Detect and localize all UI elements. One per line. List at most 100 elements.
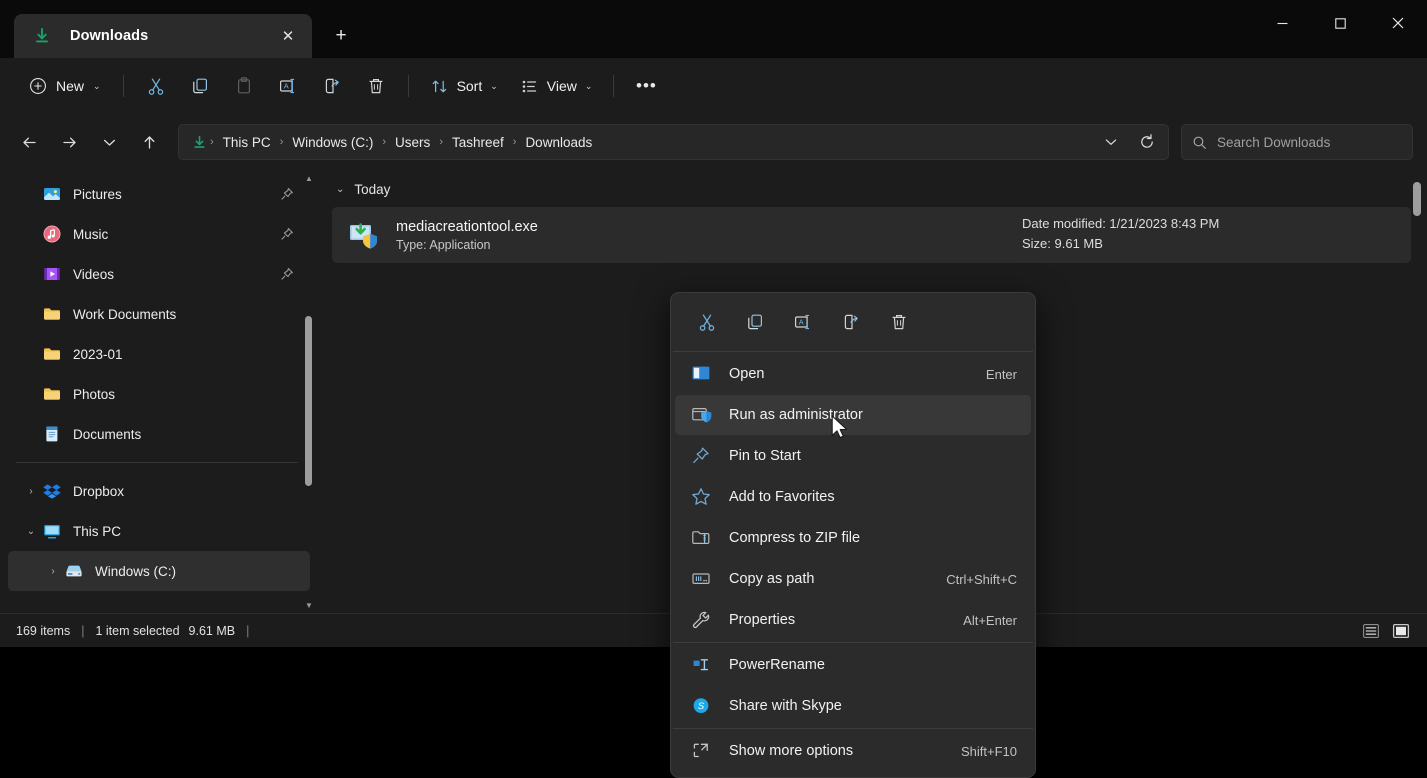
context-menu-item-open[interactable]: Open Enter <box>675 354 1031 394</box>
sidebar-item-dropbox[interactable]: › Dropbox <box>8 471 310 511</box>
breadcrumb-item-windows-c[interactable]: Windows (C:) <box>285 131 380 154</box>
pin-icon[interactable] <box>280 267 294 281</box>
search-box[interactable]: Search Downloads <box>1181 124 1413 160</box>
sidebar-item-videos[interactable]: Videos <box>8 254 310 294</box>
delete-button[interactable] <box>355 68 397 104</box>
breadcrumb-dropdown-button[interactable] <box>1094 126 1128 158</box>
scroll-down-arrow-icon[interactable]: ▼ <box>305 597 313 613</box>
recent-locations-button[interactable] <box>90 124 128 160</box>
file-date-modified: Date modified: 1/21/2023 8:43 PM <box>1022 216 1219 231</box>
search-input[interactable]: Search Downloads <box>1217 135 1330 150</box>
context-menu-divider-3 <box>673 728 1033 729</box>
details-view-icon[interactable] <box>1359 620 1383 642</box>
refresh-button[interactable] <box>1130 126 1164 158</box>
pin-icon[interactable] <box>280 227 294 241</box>
maximize-button[interactable] <box>1311 0 1369 46</box>
sidebar-item-label: Work Documents <box>73 307 176 322</box>
minimize-button[interactable] <box>1253 0 1311 46</box>
close-icon[interactable]: ✕ <box>274 22 302 50</box>
context-menu-item-pin-to-start[interactable]: Pin to Start <box>675 436 1031 476</box>
sidebar-item-this-pc[interactable]: ⌄ This PC <box>8 511 310 551</box>
tab-downloads[interactable]: Downloads ✕ <box>14 14 312 58</box>
plus-circle-icon <box>29 77 47 95</box>
trash-icon <box>889 312 909 332</box>
breadcrumb-separator: › <box>381 136 387 148</box>
sort-icon <box>430 77 449 96</box>
sidebar-item-work-documents[interactable]: Work Documents <box>8 294 310 334</box>
breadcrumb[interactable]: › This PC › Windows (C:) › Users › Tashr… <box>178 124 1169 160</box>
context-menu-item-shortcut: Enter <box>986 367 1017 382</box>
wrench-icon <box>691 610 713 630</box>
content-scroll-thumb[interactable] <box>1413 182 1421 216</box>
ctx-delete-button[interactable] <box>881 306 917 338</box>
pin-icon[interactable] <box>280 187 294 201</box>
sidebar-scroll-track[interactable] <box>302 186 316 597</box>
sidebar-item-windows-c[interactable]: › Windows (C:) <box>8 551 310 591</box>
chevron-right-icon[interactable]: › <box>20 486 42 497</box>
address-bar: › This PC › Windows (C:) › Users › Tashr… <box>0 114 1427 170</box>
breadcrumb-separator: › <box>279 136 285 148</box>
context-menu-item-show-more-options[interactable]: Show more options Shift+F10 <box>675 731 1031 771</box>
rename-button[interactable]: A <box>267 68 309 104</box>
sidebar-item-music[interactable]: Music <box>8 214 310 254</box>
content-scrollbar[interactable] <box>1411 176 1423 609</box>
selection-status: 1 item selected <box>95 624 179 638</box>
ctx-rename-button[interactable]: A <box>785 306 821 338</box>
context-menu-item-powerrename[interactable]: PowerRename <box>675 645 1031 685</box>
sidebar-item-documents[interactable]: Documents <box>8 414 310 454</box>
context-menu-item-add-to-favorites[interactable]: Add to Favorites <box>675 477 1031 517</box>
sidebar-scroll-thumb[interactable] <box>305 316 312 486</box>
large-icons-view-icon[interactable] <box>1389 620 1413 642</box>
context-menu-item-label: Run as administrator <box>729 407 1017 423</box>
context-menu-item-run-as-administrator[interactable]: Run as administrator <box>675 395 1031 435</box>
file-details: Date modified: 1/21/2023 8:43 PM Size: 9… <box>1022 216 1219 251</box>
download-icon <box>32 26 52 46</box>
breadcrumb-item-tashreef[interactable]: Tashreef <box>445 131 511 154</box>
context-menu-item-label: Pin to Start <box>729 448 1017 464</box>
scroll-up-arrow-icon[interactable]: ▲ <box>305 170 313 186</box>
ctx-copy-button[interactable] <box>737 306 773 338</box>
forward-button[interactable] <box>50 124 88 160</box>
sort-label: Sort <box>457 78 483 94</box>
paste-button[interactable] <box>223 68 265 104</box>
breadcrumb-item-downloads[interactable]: Downloads <box>518 131 599 154</box>
ctx-cut-button[interactable] <box>689 306 725 338</box>
more-options-button[interactable]: ••• <box>625 68 667 104</box>
chevron-down-icon: ⌄ <box>585 81 593 92</box>
share-button[interactable] <box>311 68 353 104</box>
chevron-down-icon[interactable]: ⌄ <box>336 184 344 195</box>
sidebar-item-label: Videos <box>73 267 114 282</box>
share-icon <box>322 76 342 96</box>
list-item[interactable]: mediacreationtool.exe Type: Application … <box>332 207 1411 263</box>
shield-icon <box>691 405 713 425</box>
sidebar-item-pictures[interactable]: Pictures <box>8 174 310 214</box>
sidebar-item-2023-01[interactable]: 2023-01 <box>8 334 310 374</box>
context-menu-item-properties[interactable]: Properties Alt+Enter <box>675 600 1031 640</box>
chevron-down-icon[interactable]: ⌄ <box>20 526 42 537</box>
up-button[interactable] <box>130 124 168 160</box>
ctx-share-button[interactable] <box>833 306 869 338</box>
new-button[interactable]: New ⌄ <box>18 69 112 103</box>
context-menu-item-compress-to-zip[interactable]: Compress to ZIP file <box>675 518 1031 558</box>
view-button[interactable]: View ⌄ <box>510 69 603 103</box>
sort-button[interactable]: Sort ⌄ <box>420 69 508 103</box>
cut-button[interactable] <box>135 68 177 104</box>
context-menu-item-share-with-skype[interactable]: S Share with Skype <box>675 686 1031 726</box>
sidebar-item-label: This PC <box>73 524 121 539</box>
selection-size: 9.61 MB <box>180 624 236 638</box>
copy-button[interactable] <box>179 68 221 104</box>
group-header-today[interactable]: ⌄ Today <box>320 170 1427 205</box>
file-explorer-window: Downloads ✕ + New ⌄ <box>0 0 1427 647</box>
context-menu-item-copy-as-path[interactable]: Copy as path Ctrl+Shift+C <box>675 559 1031 599</box>
sidebar-divider <box>16 462 298 463</box>
chevron-right-icon[interactable]: › <box>42 566 64 577</box>
close-window-button[interactable] <box>1369 0 1427 46</box>
arrow-up-icon <box>140 133 159 152</box>
back-button[interactable] <box>10 124 48 160</box>
breadcrumb-item-this-pc[interactable]: This PC <box>216 131 278 154</box>
pin-icon <box>691 446 713 466</box>
sidebar-scrollbar[interactable]: ▲ ▼ <box>302 170 316 613</box>
sidebar-item-photos[interactable]: Photos <box>8 374 310 414</box>
breadcrumb-item-users[interactable]: Users <box>388 131 437 154</box>
new-tab-button[interactable]: + <box>324 19 358 53</box>
